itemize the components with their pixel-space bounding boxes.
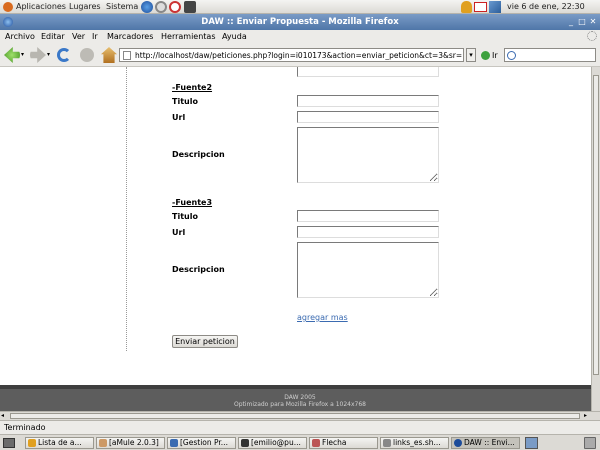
task-links[interactable]: links_es.sh... [380, 437, 449, 449]
menu-ver[interactable]: Ver [72, 32, 85, 41]
fuente3-descripcion-label: Descripcion [172, 265, 225, 274]
stop-icon[interactable] [80, 48, 94, 62]
fuente2-url-input[interactable] [297, 111, 439, 123]
task-daw-firefox[interactable]: DAW :: Envi... [451, 437, 520, 449]
terminal-task-icon [241, 439, 249, 447]
go-icon[interactable] [481, 51, 490, 60]
trash-icon[interactable] [584, 437, 596, 449]
throbber-icon [587, 31, 597, 41]
forward-arrow-icon[interactable] [30, 47, 46, 63]
fuente3-url-label: Url [172, 228, 186, 237]
image-task-icon [312, 439, 320, 447]
firefox-launcher-icon[interactable] [141, 1, 153, 13]
page-content: -Fuente2 Titulo Url Descripcion -Fuente3… [0, 67, 600, 411]
menu-sistema[interactable]: Sistema [106, 2, 138, 11]
fuente2-descripcion-textarea[interactable] [297, 127, 439, 183]
back-arrow-icon[interactable] [4, 47, 20, 63]
window-titlebar[interactable]: DAW :: Enviar Propuesta - Mozilla Firefo… [0, 14, 600, 30]
menu-ayuda[interactable]: Ayuda [222, 32, 247, 41]
fuente3-descripcion-textarea[interactable] [297, 242, 439, 298]
footer-line2: Optimizado para Mozilla Firefox a 1024x7… [233, 401, 366, 408]
firefox-task-icon [454, 439, 462, 447]
status-bar: Terminado [0, 420, 600, 434]
horizontal-scrollbar[interactable]: ◂ ▸ [0, 411, 600, 420]
horizontal-scroll-thumb[interactable] [10, 413, 580, 419]
fuente2-descripcion-label: Descripcion [172, 150, 225, 159]
top-panel: Aplicaciones Lugares Sistema vie 6 de en… [0, 0, 600, 14]
fuente3-url-input[interactable] [297, 226, 439, 238]
menu-editar[interactable]: Editar [41, 32, 65, 41]
page-icon [123, 51, 131, 60]
task-label: [Gestion Pr... [180, 438, 228, 447]
settings-launcher-icon[interactable] [155, 1, 167, 13]
menu-archivo[interactable]: Archivo [5, 32, 35, 41]
ubuntu-logo-icon[interactable] [3, 2, 13, 12]
amule-task-icon [99, 439, 107, 447]
page-footer: DAW 2005 Optimizado para Mozilla Firefox… [0, 385, 600, 411]
fuente1-descripcion-textarea-end[interactable] [297, 67, 439, 77]
editor-task-icon [383, 439, 391, 447]
menubar: Archivo Editar Ver Ir Marcadores Herrami… [0, 30, 600, 43]
url-dropdown-icon[interactable]: ▾ [466, 48, 476, 62]
help-launcher-icon[interactable] [169, 1, 181, 13]
maximize-icon[interactable]: □ [577, 17, 587, 27]
google-search-icon[interactable] [507, 51, 516, 60]
terminal-launcher-icon[interactable] [184, 1, 196, 13]
footer-line1: DAW 2005 [284, 394, 316, 401]
task-label: Flecha [322, 438, 347, 447]
menu-aplicaciones[interactable]: Aplicaciones [16, 2, 66, 11]
task-label: [aMule 2.0.3] [109, 438, 159, 447]
search-input[interactable] [504, 48, 596, 62]
minimize-icon[interactable]: _ [566, 17, 576, 27]
back-dropdown-icon[interactable]: ▾ [21, 51, 24, 58]
fuente2-titulo-input[interactable] [297, 95, 439, 107]
task-emilio[interactable]: [emilio@pu... [238, 437, 307, 449]
menu-marcadores[interactable]: Marcadores [107, 32, 153, 41]
show-desktop-icon[interactable] [3, 438, 15, 448]
network-tray-icon[interactable] [489, 1, 501, 13]
url-text[interactable]: http://localhost/daw/peticiones.php?logi… [135, 51, 463, 60]
status-text: Terminado [4, 423, 46, 432]
fuente3-titulo-input[interactable] [297, 210, 439, 222]
taskbar: Lista de a... [aMule 2.0.3] [Gestion Pr.… [0, 434, 600, 450]
task-flecha[interactable]: Flecha [309, 437, 378, 449]
url-bar[interactable]: http://localhost/daw/peticiones.php?logi… [119, 48, 464, 62]
fuente2-url-label: Url [172, 113, 186, 122]
task-amule[interactable]: [aMule 2.0.3] [96, 437, 165, 449]
fuente3-heading: -Fuente3 [172, 198, 213, 207]
close-icon[interactable]: ✕ [588, 17, 598, 27]
window-title: DAW :: Enviar Propuesta - Mozilla Firefo… [201, 17, 399, 27]
content-divider [126, 67, 127, 351]
workspace-switcher[interactable] [525, 437, 538, 449]
menu-lugares[interactable]: Lugares [69, 2, 101, 11]
vertical-scroll-thumb[interactable] [593, 75, 599, 375]
fuente3-titulo-label: Titulo [172, 212, 198, 221]
agregar-mas-link[interactable]: agregar mas [297, 313, 348, 322]
panel-clock[interactable]: vie 6 de ene, 22:30 [507, 2, 585, 11]
enviar-peticion-button[interactable]: Enviar peticion [172, 335, 238, 348]
scroll-left-icon[interactable]: ◂ [1, 412, 4, 419]
lista-task-icon [28, 439, 36, 447]
gestion-task-icon [170, 439, 178, 447]
menu-herramientas[interactable]: Herramientas [161, 32, 216, 41]
task-label: [emilio@pu... [251, 438, 301, 447]
scroll-right-icon[interactable]: ▸ [584, 412, 587, 419]
go-button-label[interactable]: Ir [492, 51, 498, 60]
task-label: Lista de a... [38, 438, 82, 447]
task-label: DAW :: Envi... [464, 438, 515, 447]
home-icon[interactable] [101, 47, 117, 63]
task-lista[interactable]: Lista de a... [25, 437, 94, 449]
task-gestion[interactable]: [Gestion Pr... [167, 437, 236, 449]
forward-dropdown-icon[interactable]: ▾ [47, 51, 50, 58]
vertical-scrollbar[interactable] [591, 67, 600, 411]
fuente2-heading: -Fuente2 [172, 83, 213, 92]
task-label: links_es.sh... [393, 438, 441, 447]
fuente2-titulo-label: Titulo [172, 97, 198, 106]
reload-icon[interactable] [57, 48, 71, 62]
menu-ir[interactable]: Ir [92, 32, 98, 41]
mail-tray-icon[interactable] [474, 2, 487, 12]
user-tray-icon[interactable] [461, 1, 472, 13]
navigation-toolbar: ▾ ▾ http://localhost/daw/peticiones.php?… [0, 43, 600, 67]
